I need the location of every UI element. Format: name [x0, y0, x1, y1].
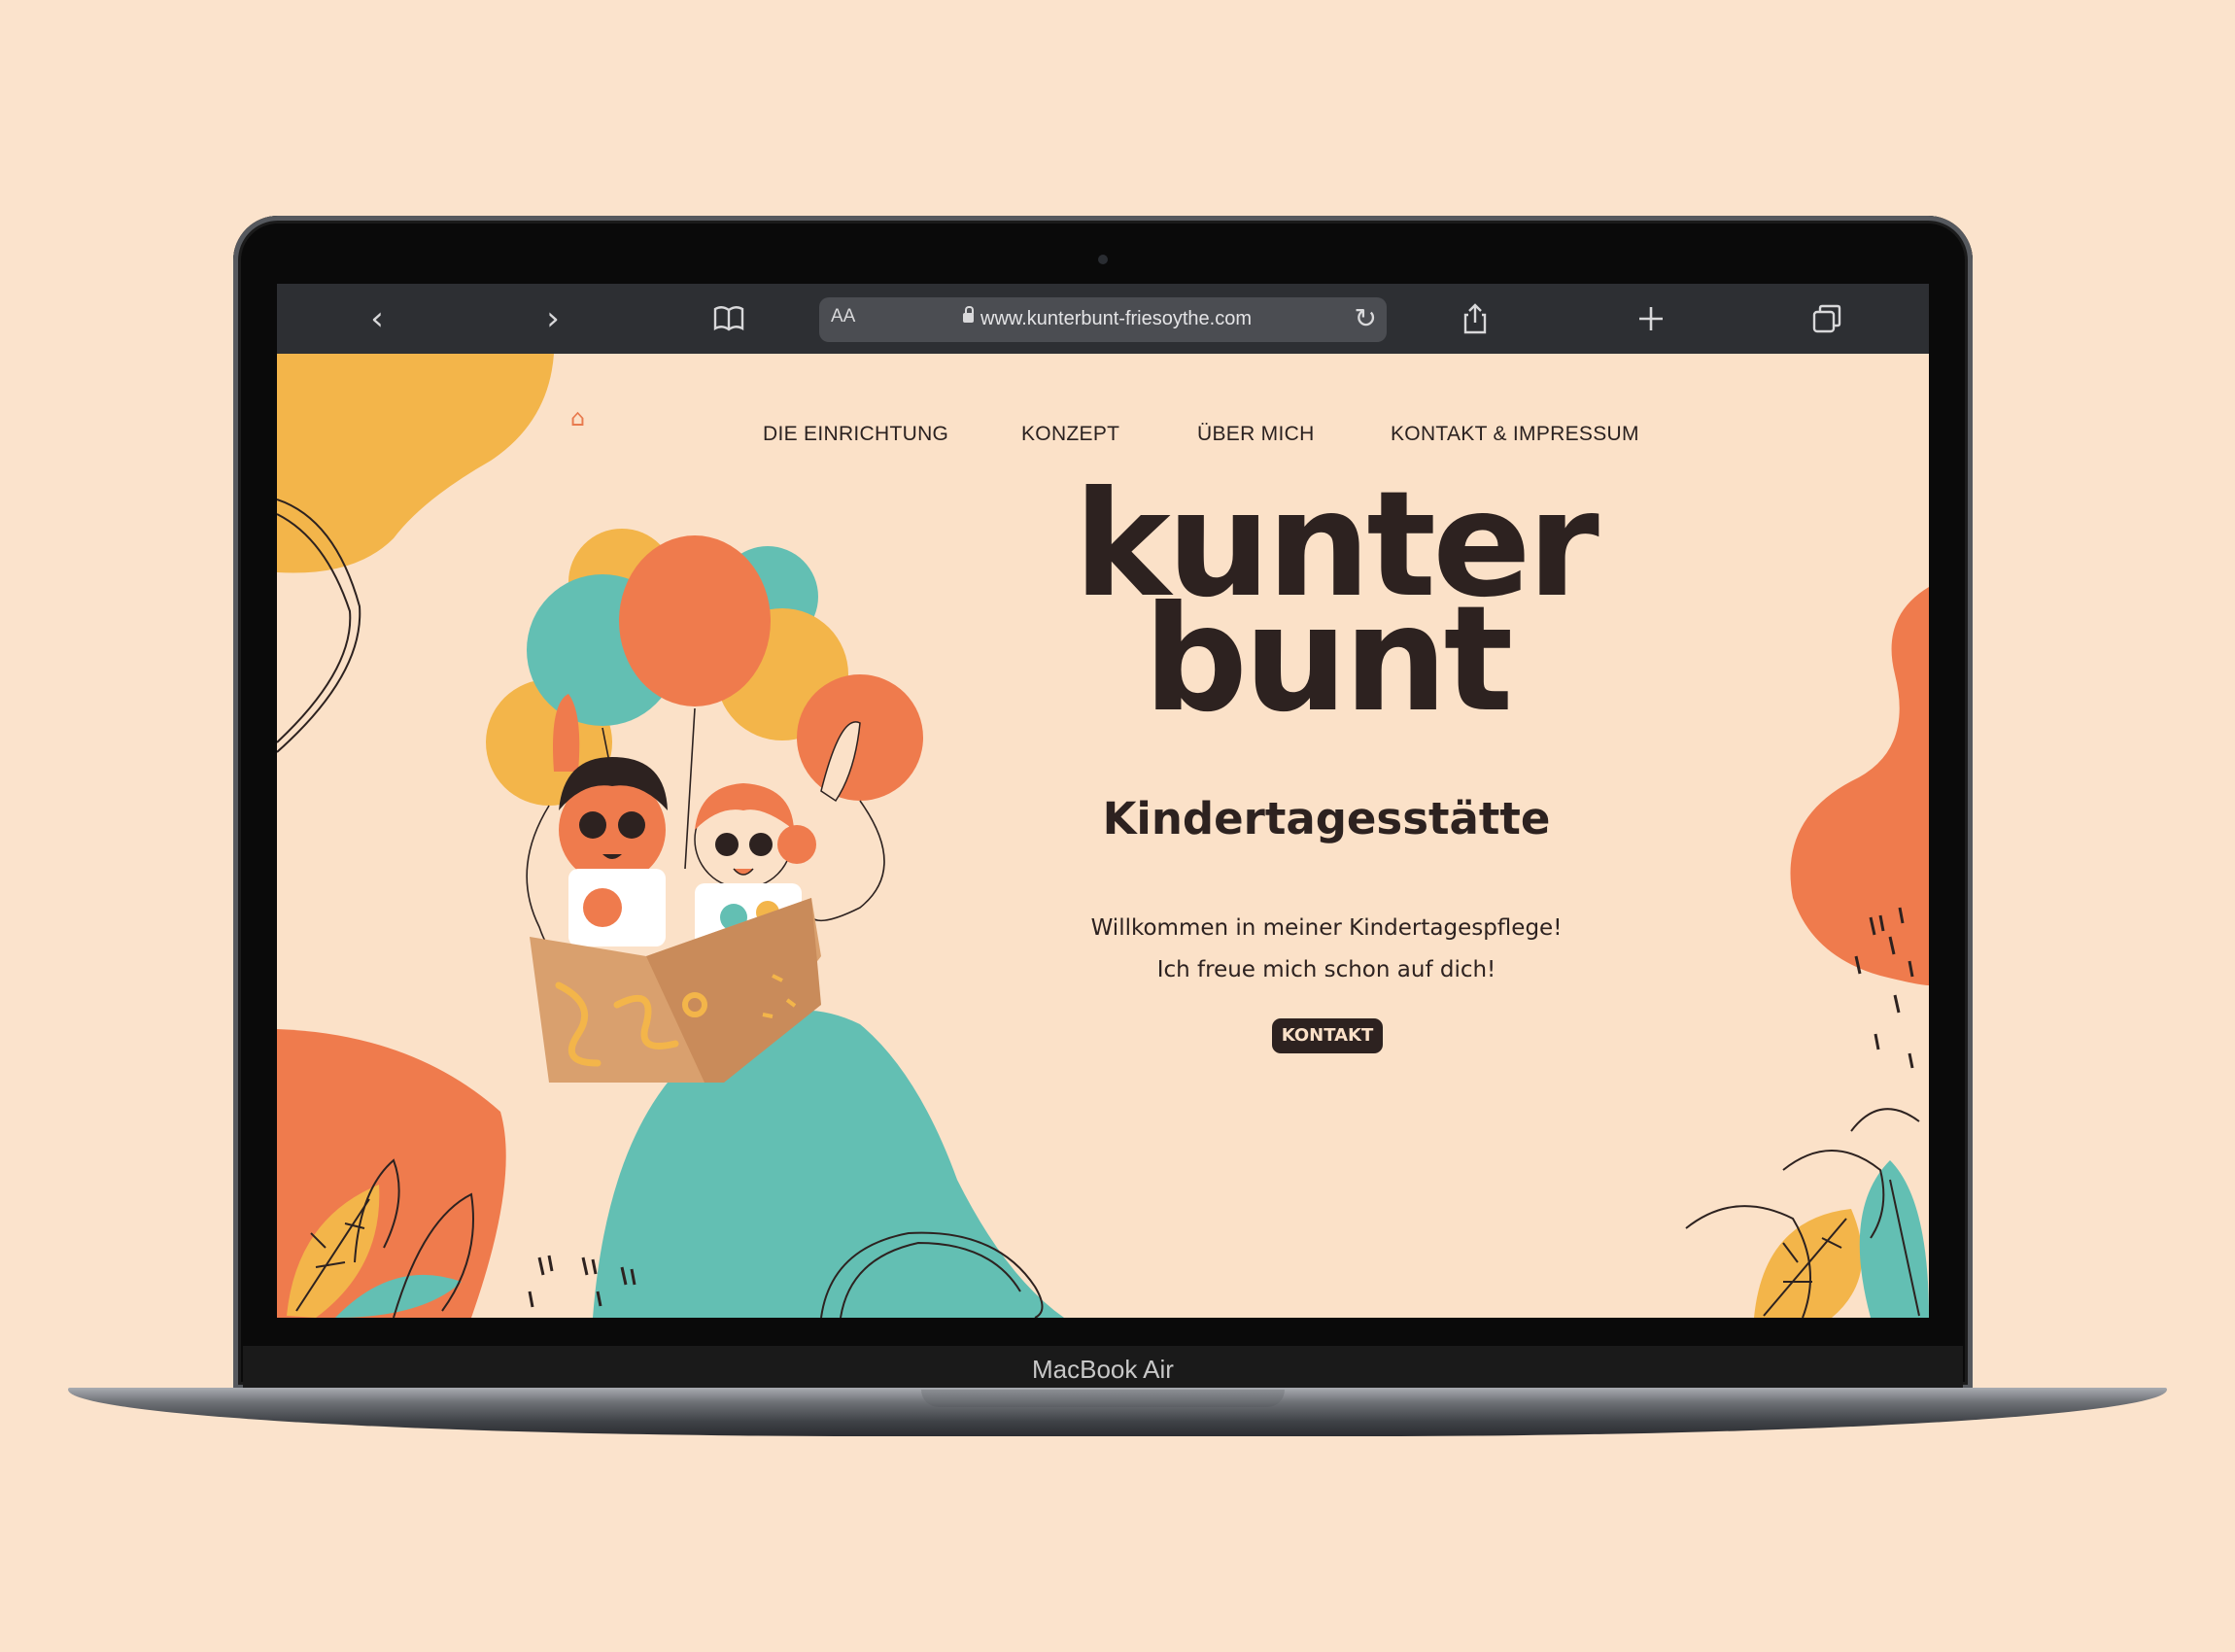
reload-icon[interactable]: ↻ — [1355, 302, 1377, 334]
nav-item-kontakt-impressum[interactable]: KONTAKT & IMPRESSUM — [1391, 423, 1639, 446]
welcome-line-1: Willkommen in meiner Kindertagespflege! — [1090, 915, 1563, 941]
new-tab-icon[interactable] — [1633, 301, 1668, 336]
address-bar[interactable]: AA www.kunterbunt-friesoythe.com ↻ — [819, 297, 1387, 342]
nav-item-ueber-mich[interactable]: ÜBER MICH — [1197, 423, 1315, 446]
reader-button[interactable]: AA — [831, 306, 855, 327]
forward-icon[interactable]: › — [535, 301, 570, 336]
tabs-icon[interactable] — [1809, 301, 1844, 336]
nav-item-konzept[interactable]: KONZEPT — [1021, 423, 1119, 446]
back-icon[interactable]: ‹ — [360, 301, 395, 336]
kids-balloon-illustration — [486, 529, 923, 1083]
share-icon[interactable] — [1458, 301, 1493, 336]
bookmarks-icon[interactable] — [711, 301, 746, 336]
home-icon[interactable]: ⌂ — [570, 404, 585, 431]
brand-logo: kunter bunt — [1074, 472, 1599, 744]
brand-line-2: bunt — [1143, 575, 1514, 744]
browser-window: ‹ › AA www.kunterbunt-friesoythe.com ↻ ⌂… — [277, 284, 1929, 1318]
laptop-notch — [921, 1390, 1285, 1407]
camera — [1098, 255, 1108, 264]
nav-item-die-einrichtung[interactable]: DIE EINRICHTUNG — [763, 423, 948, 446]
page-subtitle: Kindertagesstätte — [1102, 793, 1551, 844]
welcome-line-2: Ich freue mich schon auf dich! — [1156, 957, 1496, 982]
lock-icon — [963, 306, 974, 323]
webpage: ⌂ DIE EINRICHTUNG KONZEPT ÜBER MICH KONT… — [277, 354, 1929, 1318]
welcome-text: Willkommen in meiner Kindertagespflege! … — [1025, 908, 1628, 991]
device-label: MacBook Air — [243, 1346, 1963, 1390]
url-text[interactable]: www.kunterbunt-friesoythe.com — [980, 308, 1252, 330]
kontakt-button[interactable]: KONTAKT — [1272, 1018, 1383, 1053]
browser-toolbar: ‹ › AA www.kunterbunt-friesoythe.com ↻ — [277, 284, 1929, 354]
